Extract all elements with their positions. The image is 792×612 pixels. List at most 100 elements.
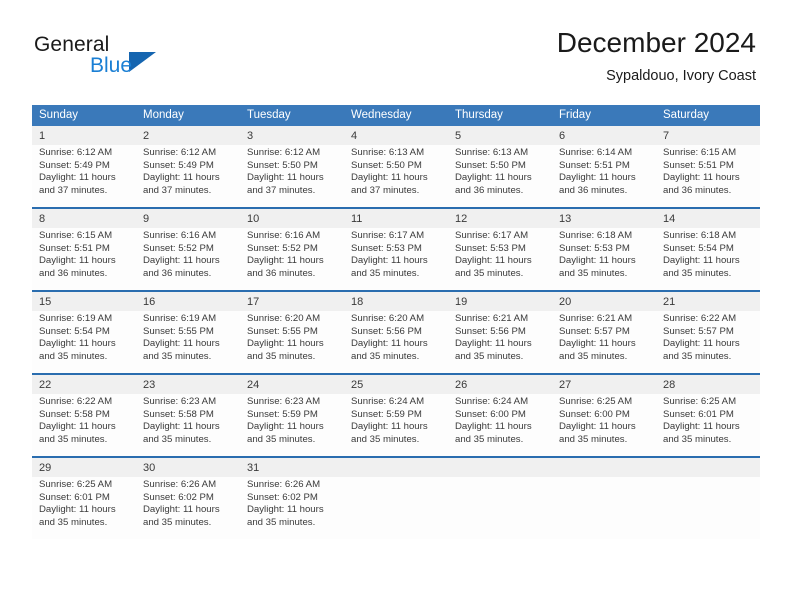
day-cell[interactable]: Sunrise: 6:26 AM Sunset: 6:02 PM Daylight:…: [240, 477, 344, 539]
day-cell[interactable]: Sunrise: 6:18 AM Sunset: 5:53 PM Daylight:…: [552, 228, 656, 290]
day-cell[interactable]: Sunrise: 6:19 AM Sunset: 5:54 PM Daylight:…: [32, 311, 136, 373]
day-number[interactable]: 19: [448, 292, 552, 311]
day-cell[interactable]: Sunrise: 6:13 AM Sunset: 5:50 PM Daylight:…: [448, 145, 552, 207]
day-number[interactable]: 12: [448, 209, 552, 228]
day-number[interactable]: 5: [448, 126, 552, 145]
day-cell[interactable]: Sunrise: 6:25 AM Sunset: 6:01 PM Daylight:…: [32, 477, 136, 539]
day-cell[interactable]: Sunrise: 6:12 AM Sunset: 5:49 PM Daylight:…: [32, 145, 136, 207]
day-number: [344, 458, 448, 477]
day-cell[interactable]: Sunrise: 6:23 AM Sunset: 5:59 PM Daylight:…: [240, 394, 344, 456]
sunset-text: Sunset: 5:51 PM: [663, 159, 734, 171]
daylight-text: and 35 minutes.: [663, 433, 732, 445]
day-cell[interactable]: Sunrise: 6:13 AM Sunset: 5:50 PM Daylight:…: [344, 145, 448, 207]
day-number-row: 29 30 31: [32, 458, 760, 477]
day-number[interactable]: 30: [136, 458, 240, 477]
day-number[interactable]: 15: [32, 292, 136, 311]
day-number[interactable]: 24: [240, 375, 344, 394]
day-cell[interactable]: Sunrise: 6:18 AM Sunset: 5:54 PM Daylight:…: [656, 228, 760, 290]
day-number[interactable]: 3: [240, 126, 344, 145]
day-number[interactable]: 10: [240, 209, 344, 228]
sunset-text: Sunset: 5:59 PM: [247, 408, 318, 420]
sunrise-text: Sunrise: 6:19 AM: [143, 313, 217, 324]
sunset-text: Sunset: 6:02 PM: [143, 491, 214, 503]
day-cell[interactable]: Sunrise: 6:21 AM Sunset: 5:56 PM Daylight:…: [448, 311, 552, 373]
day-cell[interactable]: Sunrise: 6:23 AM Sunset: 5:58 PM Daylight:…: [136, 394, 240, 456]
day-number[interactable]: 29: [32, 458, 136, 477]
day-cell[interactable]: Sunrise: 6:22 AM Sunset: 5:58 PM Daylight:…: [32, 394, 136, 456]
sunset-text: Sunset: 5:54 PM: [39, 325, 110, 337]
day-cell: [344, 477, 448, 539]
day-cell[interactable]: Sunrise: 6:26 AM Sunset: 6:02 PM Daylight:…: [136, 477, 240, 539]
sunrise-text: Sunrise: 6:24 AM: [455, 396, 529, 407]
sunrise-text: Sunrise: 6:20 AM: [247, 313, 321, 324]
sunset-text: Sunset: 5:57 PM: [663, 325, 734, 337]
day-cell[interactable]: Sunrise: 6:20 AM Sunset: 5:55 PM Daylight:…: [240, 311, 344, 373]
day-number[interactable]: 31: [240, 458, 344, 477]
day-cell[interactable]: Sunrise: 6:22 AM Sunset: 5:57 PM Daylight:…: [656, 311, 760, 373]
logo-triangle-icon: [129, 52, 156, 72]
day-number[interactable]: 7: [656, 126, 760, 145]
title-block: December 2024 Sypaldouo, Ivory Coast: [557, 26, 756, 87]
day-cell[interactable]: Sunrise: 6:25 AM Sunset: 6:00 PM Daylight:…: [552, 394, 656, 456]
day-number[interactable]: 18: [344, 292, 448, 311]
day-cell[interactable]: Sunrise: 6:21 AM Sunset: 5:57 PM Daylight:…: [552, 311, 656, 373]
day-cell[interactable]: Sunrise: 6:19 AM Sunset: 5:55 PM Daylight:…: [136, 311, 240, 373]
day-cell[interactable]: Sunrise: 6:25 AM Sunset: 6:01 PM Daylight:…: [656, 394, 760, 456]
daylight-text: Daylight: 11 hours: [39, 504, 116, 516]
sunrise-text: Sunrise: 6:15 AM: [663, 147, 737, 158]
day-number[interactable]: 20: [552, 292, 656, 311]
day-number[interactable]: 4: [344, 126, 448, 145]
day-number[interactable]: 9: [136, 209, 240, 228]
weekday-header-monday: Monday: [136, 105, 240, 126]
day-number[interactable]: 16: [136, 292, 240, 311]
day-number[interactable]: 21: [656, 292, 760, 311]
day-number[interactable]: 26: [448, 375, 552, 394]
daylight-text: and 36 minutes.: [559, 184, 628, 196]
day-number[interactable]: 25: [344, 375, 448, 394]
day-number[interactable]: 13: [552, 209, 656, 228]
daylight-text: Daylight: 11 hours: [39, 421, 116, 433]
day-cell[interactable]: Sunrise: 6:24 AM Sunset: 5:59 PM Daylight:…: [344, 394, 448, 456]
sunrise-text: Sunrise: 6:16 AM: [143, 230, 217, 241]
day-number[interactable]: 27: [552, 375, 656, 394]
day-number[interactable]: 2: [136, 126, 240, 145]
sunrise-text: Sunrise: 6:19 AM: [39, 313, 113, 324]
day-cell[interactable]: Sunrise: 6:12 AM Sunset: 5:49 PM Daylight:…: [136, 145, 240, 207]
day-cell[interactable]: Sunrise: 6:24 AM Sunset: 6:00 PM Daylight:…: [448, 394, 552, 456]
day-number[interactable]: 17: [240, 292, 344, 311]
day-number[interactable]: 23: [136, 375, 240, 394]
day-cell[interactable]: Sunrise: 6:14 AM Sunset: 5:51 PM Daylight:…: [552, 145, 656, 207]
sunrise-text: Sunrise: 6:12 AM: [247, 147, 321, 158]
day-cell[interactable]: Sunrise: 6:16 AM Sunset: 5:52 PM Daylight:…: [136, 228, 240, 290]
day-cell[interactable]: Sunrise: 6:20 AM Sunset: 5:56 PM Daylight:…: [344, 311, 448, 373]
daylight-text: and 35 minutes.: [351, 267, 420, 279]
day-number[interactable]: 11: [344, 209, 448, 228]
day-number[interactable]: 1: [32, 126, 136, 145]
day-cell[interactable]: Sunrise: 6:16 AM Sunset: 5:52 PM Daylight:…: [240, 228, 344, 290]
logo-text-blue: Blue: [90, 54, 133, 77]
day-cell[interactable]: Sunrise: 6:17 AM Sunset: 5:53 PM Daylight:…: [344, 228, 448, 290]
sunrise-text: Sunrise: 6:17 AM: [351, 230, 425, 241]
daylight-text: and 36 minutes.: [663, 184, 732, 196]
daylight-text: Daylight: 11 hours: [39, 172, 116, 184]
day-cell[interactable]: Sunrise: 6:12 AM Sunset: 5:50 PM Daylight:…: [240, 145, 344, 207]
daylight-text: Daylight: 11 hours: [351, 255, 428, 267]
day-number[interactable]: 6: [552, 126, 656, 145]
calendar-body: 1 2 3 4 5 6 7 Sunrise: 6:12 AM Sunset: 5:49 PM Da…: [32, 126, 760, 539]
sunrise-text: Sunrise: 6:12 AM: [39, 147, 113, 158]
sunset-text: Sunset: 5:50 PM: [247, 159, 318, 171]
day-cell[interactable]: Sunrise: 6:15 AM Sunset: 5:51 PM Daylight:…: [656, 145, 760, 207]
sunset-text: Sunset: 5:51 PM: [559, 159, 630, 171]
day-number[interactable]: 8: [32, 209, 136, 228]
daylight-text: and 35 minutes.: [455, 433, 524, 445]
day-number[interactable]: 22: [32, 375, 136, 394]
daylight-text: Daylight: 11 hours: [143, 255, 220, 267]
day-detail-row: Sunrise: 6:12 AM Sunset: 5:49 PM Daylight:…: [32, 145, 760, 207]
day-cell[interactable]: Sunrise: 6:17 AM Sunset: 5:53 PM Daylight:…: [448, 228, 552, 290]
day-number[interactable]: 14: [656, 209, 760, 228]
sunset-text: Sunset: 5:49 PM: [39, 159, 110, 171]
day-cell[interactable]: Sunrise: 6:15 AM Sunset: 5:51 PM Daylight:…: [32, 228, 136, 290]
day-number[interactable]: 28: [656, 375, 760, 394]
daylight-text: Daylight: 11 hours: [247, 338, 324, 350]
sunrise-text: Sunrise: 6:22 AM: [39, 396, 113, 407]
